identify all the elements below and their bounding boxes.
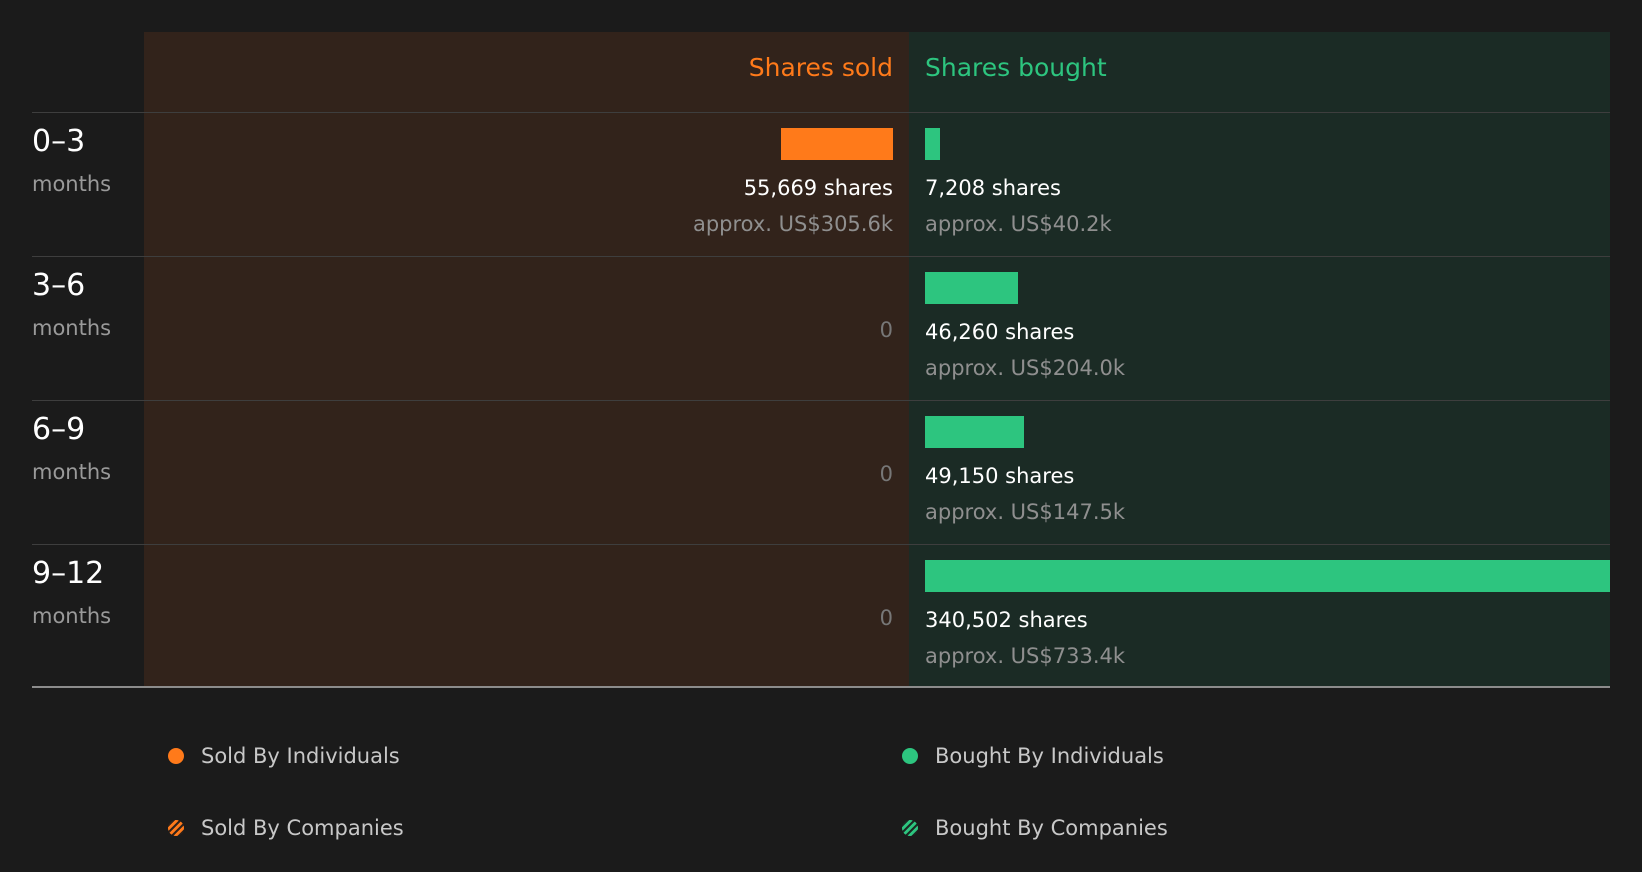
legend-label: Sold By Companies xyxy=(201,816,404,840)
period-range-label: 6–9 xyxy=(32,412,86,447)
period-unit-label: months xyxy=(32,316,112,340)
bought-value-label: approx. US$40.2k xyxy=(925,212,1112,236)
period-range-label: 9–12 xyxy=(32,556,105,591)
sold-bar[interactable] xyxy=(781,128,893,160)
shares-bought-header: Shares bought xyxy=(925,53,1107,82)
legend-item[interactable]: Bought By Companies xyxy=(902,814,1168,842)
bought-bar[interactable] xyxy=(925,128,940,160)
legend-solid-swatch-icon xyxy=(902,748,918,764)
period-range-label: 0–3 xyxy=(32,124,86,159)
bought-value-label: approx. US$733.4k xyxy=(925,644,1126,668)
legend-label: Bought By Companies xyxy=(935,816,1168,840)
period-unit-label: months xyxy=(32,460,112,484)
sold-value-label: approx. US$305.6k xyxy=(692,212,893,236)
insider-trading-chart: Shares sold Shares bought 0–3 months 55,66… xyxy=(0,0,1642,872)
bought-bar[interactable] xyxy=(925,416,1024,448)
shares-sold-header: Shares sold xyxy=(748,53,893,82)
legend-item[interactable]: Sold By Companies xyxy=(168,814,404,842)
sold-zero-label: 0 xyxy=(879,606,893,630)
bought-shares-label: 46,260 shares xyxy=(925,320,1075,344)
period-unit-label: months xyxy=(32,604,112,628)
bought-value-label: approx. US$147.5k xyxy=(925,500,1126,524)
sold-zero-label: 0 xyxy=(879,462,893,486)
legend-item[interactable]: Sold By Individuals xyxy=(168,742,400,770)
row-divider xyxy=(32,112,1610,113)
legend-hatched-swatch-icon xyxy=(168,820,184,836)
bought-bar[interactable] xyxy=(925,560,1610,592)
sold-zero-label: 0 xyxy=(879,318,893,342)
bought-shares-label: 49,150 shares xyxy=(925,464,1075,488)
bought-value-label: approx. US$204.0k xyxy=(925,356,1126,380)
chart-bottom-axis xyxy=(32,686,1610,688)
bought-shares-label: 340,502 shares xyxy=(925,608,1088,632)
row-divider xyxy=(32,256,1610,257)
row-divider xyxy=(32,544,1610,545)
period-unit-label: months xyxy=(32,172,112,196)
legend-label: Sold By Individuals xyxy=(201,744,400,768)
legend-hatched-swatch-icon xyxy=(902,820,918,836)
legend-solid-swatch-icon xyxy=(168,748,184,764)
bought-shares-label: 7,208 shares xyxy=(925,176,1061,200)
legend-label: Bought By Individuals xyxy=(935,744,1164,768)
bought-bar[interactable] xyxy=(925,272,1019,304)
legend-item[interactable]: Bought By Individuals xyxy=(902,742,1164,770)
period-range-label: 3–6 xyxy=(32,268,86,303)
row-divider xyxy=(32,400,1610,401)
sold-shares-label: 55,669 shares xyxy=(743,176,893,200)
